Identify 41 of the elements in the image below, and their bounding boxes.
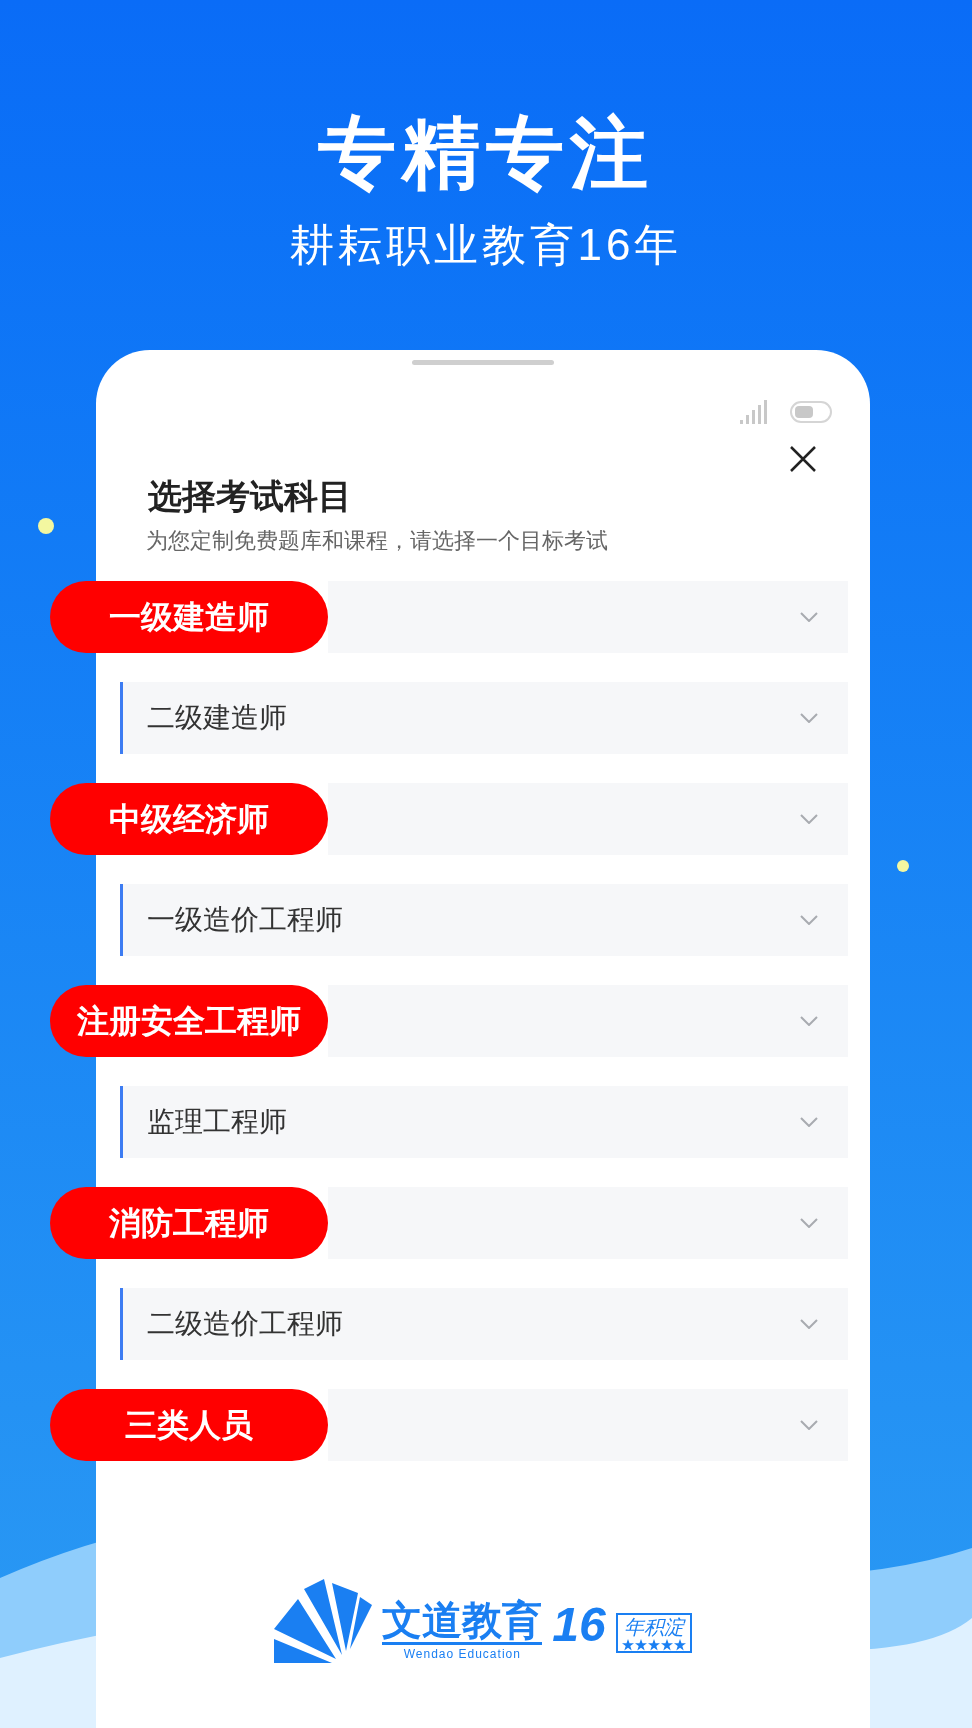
- exam-badge[interactable]: 消防工程师: [50, 1187, 328, 1259]
- sparkle-icon: [38, 518, 54, 534]
- exam-option[interactable]: [328, 1389, 848, 1461]
- toggle-icon: [790, 401, 832, 423]
- exam-badge[interactable]: 注册安全工程师: [50, 985, 328, 1057]
- chevron-down-icon: [800, 915, 818, 925]
- exam-label: 监理工程师: [147, 1105, 287, 1139]
- chevron-down-icon: [800, 1218, 818, 1228]
- exam-option[interactable]: 二级造价工程师: [120, 1288, 848, 1360]
- sparkle-icon: [897, 860, 909, 872]
- logo-years: 16: [552, 1597, 606, 1653]
- exam-badge[interactable]: 三类人员: [50, 1389, 328, 1461]
- exam-badge[interactable]: 中级经济师: [50, 783, 328, 855]
- signal-icon: [740, 400, 770, 424]
- sheet-title: 选择考试科目: [148, 476, 353, 517]
- exam-option[interactable]: [328, 985, 848, 1057]
- exam-label: 一级造价工程师: [147, 903, 343, 937]
- sheet-subtitle: 为您定制免费题库和课程，请选择一个目标考试: [146, 527, 609, 555]
- chevron-down-icon: [800, 612, 818, 622]
- exam-option[interactable]: [328, 783, 848, 855]
- exam-option[interactable]: [328, 581, 848, 653]
- exam-label: 二级建造师: [147, 701, 287, 735]
- exam-option[interactable]: 监理工程师: [120, 1086, 848, 1158]
- hero-title: 专精专注: [318, 108, 654, 198]
- chevron-down-icon: [800, 814, 818, 824]
- logo-name: 文道教育: [382, 1598, 543, 1645]
- logo-english: Wendao Education: [403, 1646, 521, 1663]
- chevron-down-icon: [800, 1016, 818, 1026]
- logo-fan-icon: [274, 1579, 373, 1663]
- close-icon[interactable]: [790, 446, 816, 472]
- exam-badge[interactable]: 一级建造师: [50, 581, 328, 653]
- chevron-down-icon: [800, 1420, 818, 1430]
- exam-option[interactable]: 一级造价工程师: [120, 884, 848, 956]
- exam-option[interactable]: 二级建造师: [120, 682, 848, 754]
- exam-option[interactable]: [328, 1187, 848, 1259]
- chevron-down-icon: [800, 1117, 818, 1127]
- hero-subtitle: 耕耘职业教育16年: [289, 219, 683, 271]
- chevron-down-icon: [800, 713, 818, 723]
- logo-tag: 年积淀: [623, 1615, 684, 1639]
- chevron-down-icon: [800, 1319, 818, 1329]
- exam-label: 二级造价工程师: [147, 1307, 343, 1341]
